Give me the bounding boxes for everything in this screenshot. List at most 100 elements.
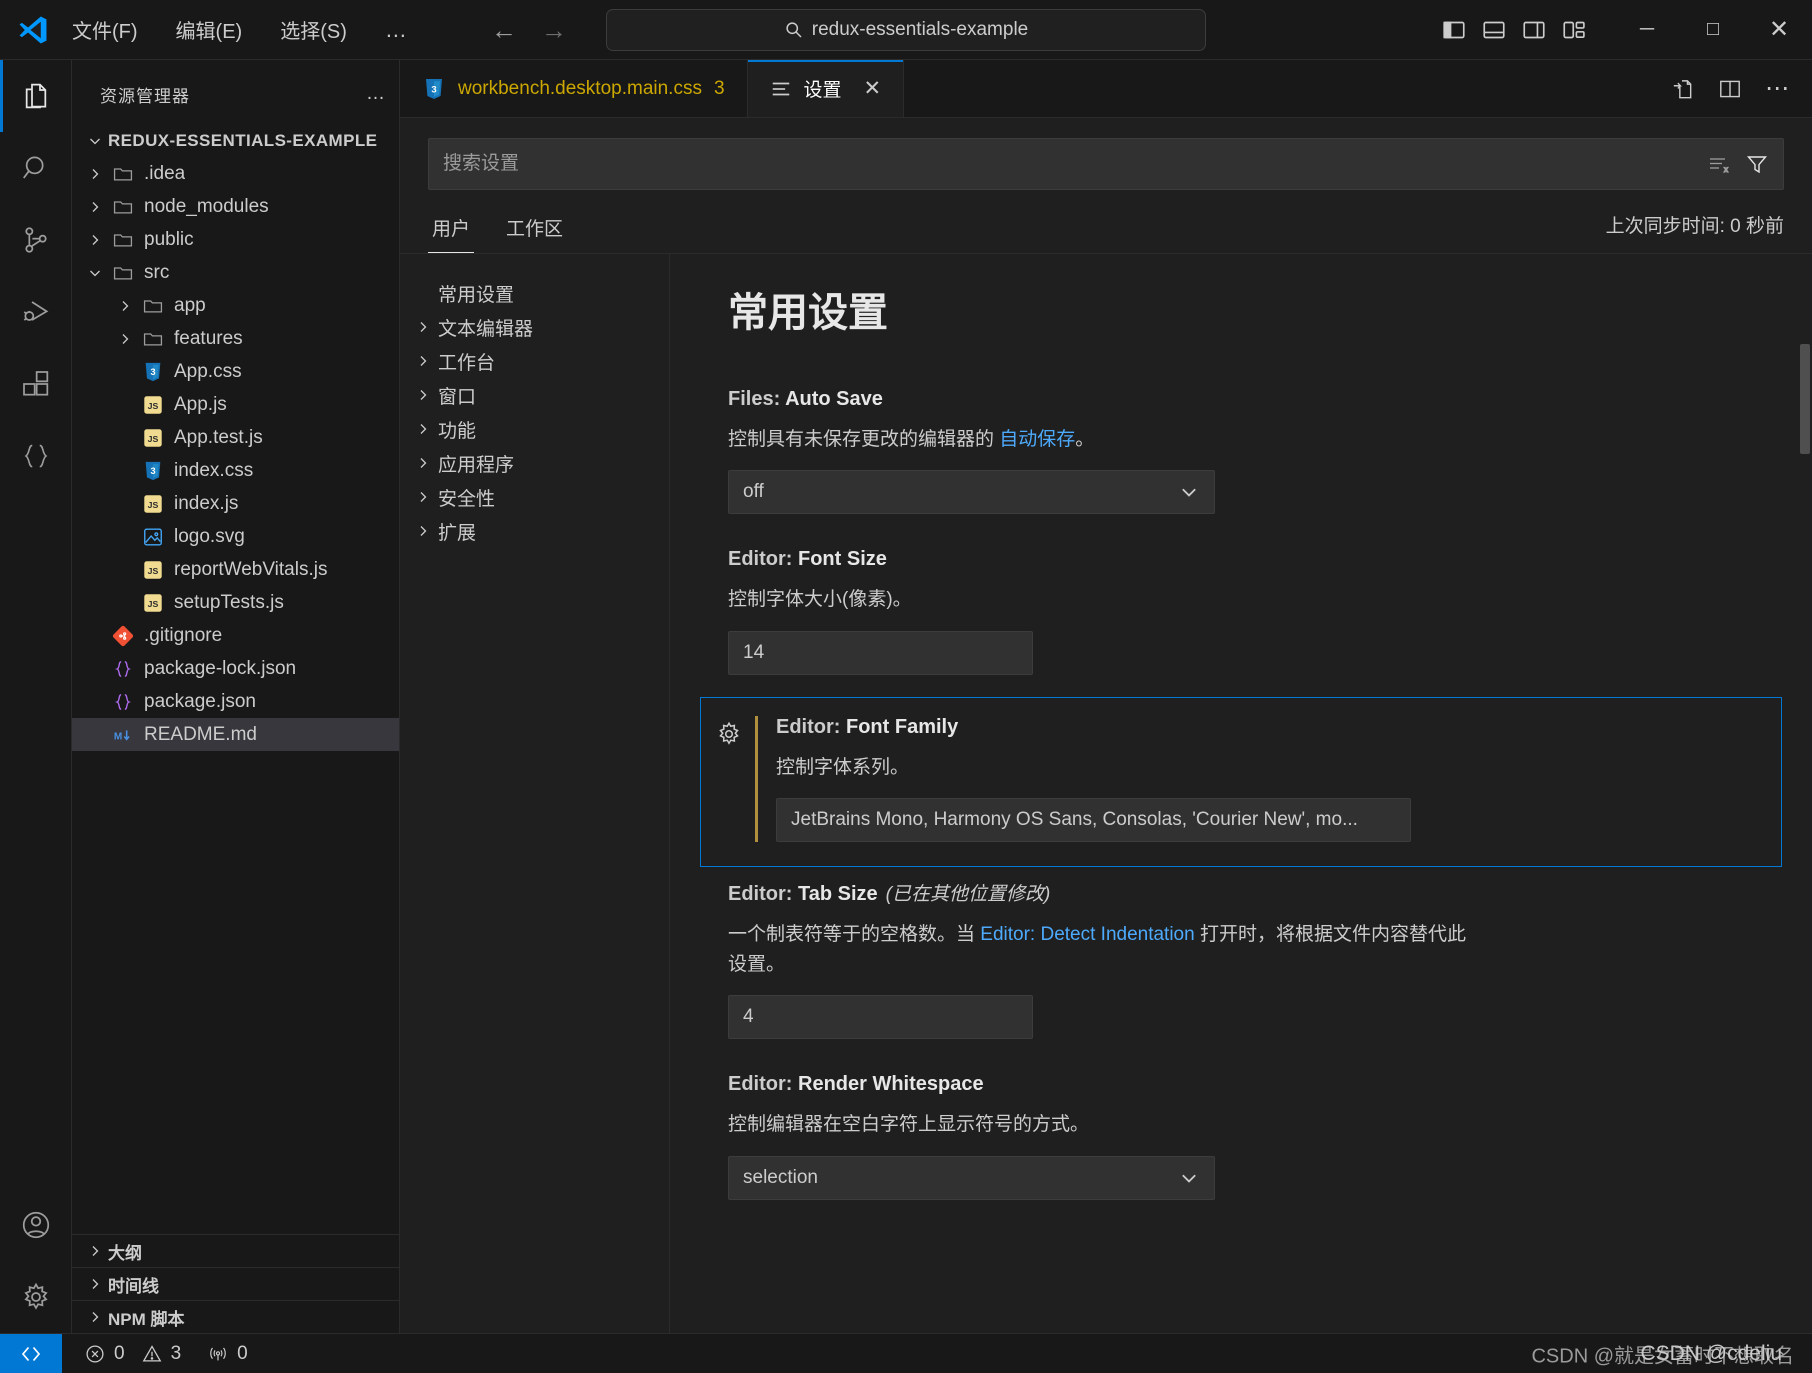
tree-item-logo-svg[interactable]: logo.svg — [72, 520, 399, 553]
tree-item-app-js[interactable]: JS App.js — [72, 388, 399, 421]
tab-close-icon[interactable]: ✕ — [864, 76, 882, 101]
chevron-right-icon[interactable] — [82, 199, 108, 215]
toc-item-5[interactable]: 应用程序 — [400, 446, 669, 480]
remote-window-button[interactable] — [0, 1333, 62, 1373]
desc-link[interactable]: Editor: Detect Indentation — [980, 924, 1194, 945]
chevron-right-icon[interactable] — [408, 421, 438, 437]
navigation-arrows: ← → — [491, 17, 567, 43]
back-arrow-icon[interactable]: ← — [491, 17, 517, 43]
activity-item-source-control[interactable] — [0, 204, 72, 276]
toc-item-7[interactable]: 扩展 — [400, 514, 669, 548]
tree-item-setuptests-js[interactable]: JS setupTests.js — [72, 586, 399, 619]
chevron-right-icon[interactable] — [408, 489, 438, 505]
activity-item-run-debug[interactable] — [0, 276, 72, 348]
toggle-secondary-sidebar-icon[interactable] — [1522, 18, 1546, 42]
tree-item-node-modules[interactable]: node_modules — [72, 190, 399, 223]
toc-item-1[interactable]: 文本编辑器 — [400, 310, 669, 344]
tree-item-idea[interactable]: .idea — [72, 157, 399, 190]
setting-input[interactable] — [728, 630, 1033, 675]
toc-item-4[interactable]: 功能 — [400, 412, 669, 446]
menu-overflow-button[interactable]: … — [379, 17, 415, 43]
tab-settings[interactable]: 设置 ✕ — [747, 60, 905, 117]
panel-outline[interactable]: 大纲 — [72, 1234, 399, 1267]
toggle-primary-sidebar-icon[interactable] — [1442, 18, 1466, 42]
chevron-right-icon[interactable] — [408, 387, 438, 403]
chevron-down-icon[interactable] — [82, 265, 108, 281]
activity-item-search[interactable] — [0, 132, 72, 204]
clear-filters-icon[interactable]: x — [1707, 152, 1731, 176]
settings-search-input[interactable] — [443, 153, 1707, 175]
close-button[interactable]: ✕ — [1746, 0, 1812, 60]
gear-icon[interactable] — [715, 720, 743, 842]
forward-arrow-icon[interactable]: → — [541, 17, 567, 43]
tree-item-features[interactable]: features — [72, 322, 399, 355]
menu-edit[interactable]: 编辑(E) — [170, 11, 249, 48]
tree-item-app-test-js[interactable]: JS App.test.js — [72, 421, 399, 454]
tree-item-reportwebvitals-js[interactable]: JS reportWebVitals.js — [72, 553, 399, 586]
sidebar-more-actions-icon[interactable]: … — [366, 83, 387, 105]
settings-scrollbar[interactable] — [1798, 254, 1812, 1333]
tree-item-gitignore[interactable]: .gitignore — [72, 619, 399, 652]
search-icon — [784, 20, 804, 40]
setting-select[interactable]: off — [728, 470, 1215, 515]
setting-select[interactable]: selection — [728, 1155, 1215, 1200]
more-actions-icon[interactable]: ⋯ — [1765, 76, 1790, 101]
activity-item-manage[interactable] — [0, 1261, 72, 1333]
tree-root-folder[interactable]: REDUX-ESSENTIALS-EXAMPLE — [72, 124, 399, 157]
svg-text:x: x — [1724, 165, 1728, 174]
menu-file[interactable]: 文件(F) — [66, 11, 144, 48]
chevron-right-icon[interactable] — [408, 353, 438, 369]
panel-timeline[interactable]: 时间线 — [72, 1267, 399, 1300]
toc-item-2[interactable]: 工作台 — [400, 344, 669, 378]
toc-item-6[interactable]: 安全性 — [400, 480, 669, 514]
toggle-panel-icon[interactable] — [1482, 18, 1506, 42]
chevron-right-icon[interactable] — [408, 455, 438, 471]
status-bar-left: 0 3 0 — [62, 1343, 248, 1365]
tree-item-index-js[interactable]: JS index.js — [72, 487, 399, 520]
svg-text:3: 3 — [150, 367, 155, 377]
tree-item-readme-md[interactable]: M README.md — [72, 718, 399, 751]
sync-status-label: 上次同步时间: 0 秒前 — [1605, 216, 1784, 237]
setting-gear-gutter — [701, 716, 755, 842]
activity-item-extensions[interactable] — [0, 348, 72, 420]
chevron-right-icon[interactable] — [112, 298, 138, 314]
desc-link[interactable]: 自动保存 — [999, 429, 1075, 450]
tree-item-public[interactable]: public — [72, 223, 399, 256]
panel-npm-scripts[interactable]: NPM 脚本 — [72, 1300, 399, 1333]
chevron-right-icon[interactable] — [82, 232, 108, 248]
customize-layout-icon[interactable] — [1562, 18, 1586, 42]
minimize-button[interactable]: ─ — [1614, 0, 1680, 60]
split-editor-icon[interactable] — [1717, 76, 1743, 102]
chevron-right-icon[interactable] — [82, 166, 108, 182]
filter-icon[interactable] — [1745, 152, 1769, 176]
tab-workspace-settings[interactable]: 工作区 — [502, 208, 567, 253]
tree-item-app[interactable]: app — [72, 289, 399, 322]
toc-item-0[interactable]: 常用设置 — [400, 276, 669, 310]
tree-item-src[interactable]: src — [72, 256, 399, 289]
setting-description: 控制编辑器在空白字符上显示符号的方式。 — [728, 1110, 1468, 1139]
activity-item-braces[interactable] — [0, 420, 72, 492]
scrollbar-thumb[interactable] — [1800, 344, 1810, 454]
setting-input[interactable] — [728, 995, 1033, 1040]
tab-user-settings[interactable]: 用户 — [428, 208, 475, 253]
tree-item-package-json[interactable]: package.json — [72, 685, 399, 718]
tree-item-app-css[interactable]: 3 App.css — [72, 355, 399, 388]
tree-item-index-css[interactable]: 3 index.css — [72, 454, 399, 487]
tree-item-label: logo.svg — [174, 525, 245, 547]
toc-item-3[interactable]: 窗口 — [400, 378, 669, 412]
status-problems[interactable]: 0 3 — [84, 1343, 181, 1365]
chevron-right-icon[interactable] — [408, 319, 438, 335]
activity-item-explorer[interactable] — [0, 60, 72, 132]
setting-input[interactable] — [776, 798, 1411, 843]
maximize-button[interactable]: □ — [1680, 0, 1746, 60]
chevron-right-icon[interactable] — [408, 523, 438, 539]
open-changes-icon[interactable] — [1669, 76, 1695, 102]
tree-item-package-lock-json[interactable]: package-lock.json — [72, 652, 399, 685]
menu-selection[interactable]: 选择(S) — [274, 11, 353, 48]
command-center[interactable]: redux-essentials-example — [606, 8, 1206, 51]
chevron-right-icon[interactable] — [112, 331, 138, 347]
activity-item-accounts[interactable] — [0, 1189, 72, 1261]
status-ports[interactable]: 0 — [207, 1343, 248, 1365]
tab-workbench-desktop-main-css[interactable]: 3 workbench.desktop.main.css 3 — [400, 60, 748, 117]
settings-search-box[interactable]: x — [428, 138, 1784, 190]
